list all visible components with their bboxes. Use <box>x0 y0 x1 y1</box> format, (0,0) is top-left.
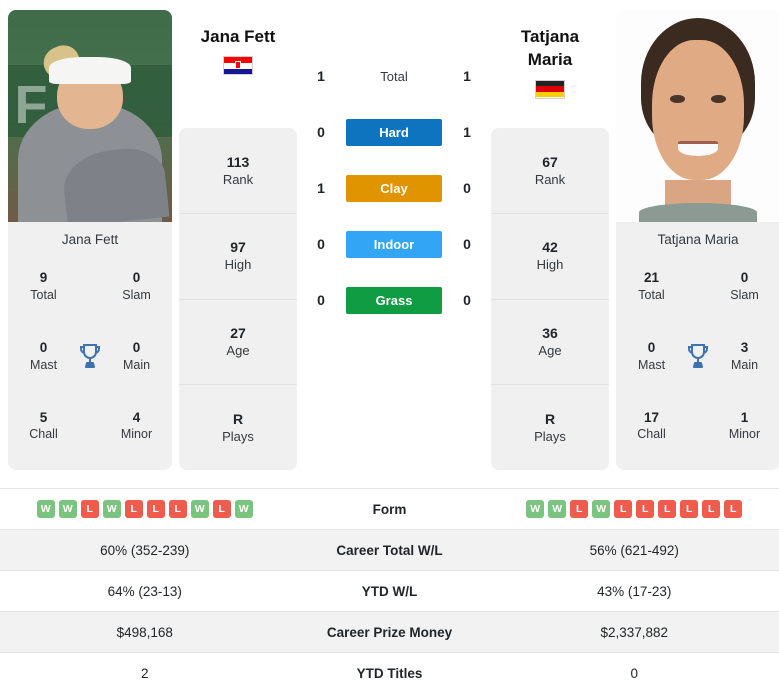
h2h-grass-right: 0 <box>463 292 471 308</box>
left-form-badges: WWLWLLLWLW <box>0 500 290 518</box>
right-ytd-titles: 0 <box>630 665 638 681</box>
h2h-total-label: Total <box>380 68 408 84</box>
left-titles-main: 0 Main <box>122 339 151 372</box>
head-to-head-column: 1 Total 1 0 Hard 1 1 Clay 0 0 Indoor 0 0 <box>304 10 484 470</box>
h2h-clay-left: 1 <box>317 180 325 196</box>
h2h-row-grass: 0 Grass 0 <box>304 286 484 314</box>
row-label-ytd-titles: YTD Titles <box>356 665 423 681</box>
right-titles-main: 3 Main <box>730 339 759 372</box>
right-form-badges: WWLWLLLLLL <box>490 500 779 518</box>
player-comparison-page: Jana Fett Tatjana Maria FA <box>0 0 779 693</box>
trophy-icon <box>73 343 107 369</box>
form-badge-w: W <box>58 500 77 518</box>
h2h-row-indoor: 0 Indoor 0 <box>304 230 484 258</box>
left-career-wl: 60% (352-239) <box>100 542 190 558</box>
h2h-indoor-left: 0 <box>317 236 325 252</box>
left-rank: 113 Rank <box>179 128 297 214</box>
right-ytd-wl: 43% (17-23) <box>597 583 672 599</box>
table-row-form: WWLWLLLWLW Form WWLWLLLLLL <box>0 488 779 529</box>
left-player-card-name: Jana Fett <box>61 232 119 247</box>
form-badge-l: L <box>636 500 655 518</box>
right-player-card-name: Tatjana Maria <box>657 232 739 247</box>
left-titles-chall: 5 Chall <box>29 409 58 442</box>
form-badge-l: L <box>146 500 165 518</box>
right-player-titles: 21 Total 0 Slam 0 Mast 3 Main 17 Chall 1… <box>616 255 779 470</box>
form-badge-w: W <box>526 500 545 518</box>
form-badge-w: W <box>190 500 209 518</box>
surface-badge-indoor[interactable]: Indoor <box>346 230 442 258</box>
h2h-total-left: 1 <box>317 68 325 84</box>
left-player-photo: FA <box>8 10 172 222</box>
left-titles-mast: 0 Mast <box>29 339 58 372</box>
left-titles-slam: 0 Slam <box>122 270 151 303</box>
row-label-prize-money: Career Prize Money <box>326 624 453 640</box>
left-ytd-wl: 64% (23-13) <box>107 583 182 599</box>
right-career-wl: 56% (621-492) <box>589 542 679 558</box>
table-row-career-wl: 60% (352-239) Career Total W/L 56% (621-… <box>0 529 779 570</box>
row-label-career-wl: Career Total W/L <box>336 542 443 558</box>
form-badge-w: W <box>548 500 567 518</box>
form-badge-l: L <box>168 500 187 518</box>
form-badge-w: W <box>102 500 121 518</box>
form-badge-l: L <box>212 500 231 518</box>
form-badge-l: L <box>570 500 589 518</box>
left-titles-minor: 4 Minor <box>120 409 153 442</box>
h2h-indoor-right: 0 <box>463 236 471 252</box>
h2h-hard-left: 0 <box>317 124 325 140</box>
right-titles-chall: 17 Chall <box>637 409 666 442</box>
right-rank: 67 Rank <box>491 128 609 214</box>
left-titles-total: 9 Total <box>30 270 57 303</box>
left-high: 97 High <box>179 214 297 300</box>
right-titles-total: 21 Total <box>638 270 665 303</box>
form-badge-l: L <box>658 500 677 518</box>
left-player-rank-card: 113 Rank 97 High 27 Age R Plays <box>179 128 297 470</box>
row-label-ytd-wl: YTD W/L <box>361 583 418 599</box>
h2h-clay-right: 0 <box>463 180 471 196</box>
right-age: 36 Age <box>491 300 609 386</box>
right-player-card[interactable]: Tatjana Maria 21 Total 0 Slam 0 Mast 3 M… <box>616 10 779 470</box>
comparison-stats-table: WWLWLLLWLW Form WWLWLLLLLL 60% (352-239)… <box>0 488 779 693</box>
left-player-titles: 9 Total 0 Slam 0 Mast 0 Main 5 Chall 4 M… <box>8 255 172 470</box>
form-badge-w: W <box>592 500 611 518</box>
left-ytd-titles: 2 <box>140 665 149 681</box>
form-badge-w: W <box>36 500 55 518</box>
table-row-ytd-wl: 64% (23-13) YTD W/L 43% (17-23) <box>0 570 779 611</box>
surface-badge-grass[interactable]: Grass <box>346 286 442 314</box>
right-high: 42 High <box>491 214 609 300</box>
h2h-grass-left: 0 <box>317 292 325 308</box>
right-player-photo <box>616 10 779 222</box>
surface-badge-clay[interactable]: Clay <box>346 174 442 202</box>
left-age: 27 Age <box>179 300 297 386</box>
form-badge-l: L <box>702 500 721 518</box>
form-badge-l: L <box>680 500 699 518</box>
form-badge-l: L <box>614 500 633 518</box>
form-badge-l: L <box>80 500 99 518</box>
h2h-hard-right: 1 <box>463 124 471 140</box>
right-titles-slam: 0 Slam <box>730 270 759 303</box>
right-prize-money: $2,337,882 <box>600 624 669 640</box>
right-titles-minor: 1 Minor <box>728 409 761 442</box>
right-plays: R Plays <box>534 410 566 444</box>
form-badge-l: L <box>124 500 143 518</box>
right-titles-mast: 0 Mast <box>637 339 666 372</box>
comparison-top-grid: FA Jana Fett 9 Total 0 Slam 0 <box>0 0 779 470</box>
left-prize-money: $498,168 <box>116 624 173 640</box>
trophy-icon <box>681 343 715 369</box>
h2h-total-right: 1 <box>463 68 471 84</box>
table-row-ytd-titles: 2 YTD Titles 0 <box>0 652 779 693</box>
left-plays: R Plays <box>222 410 254 444</box>
left-player-card[interactable]: FA Jana Fett 9 Total 0 Slam 0 <box>8 10 172 470</box>
row-label-form: Form <box>372 501 407 517</box>
form-badge-w: W <box>234 500 253 518</box>
form-badge-l: L <box>724 500 743 518</box>
h2h-row-total: 1 Total 1 <box>304 62 484 90</box>
surface-badge-hard[interactable]: Hard <box>346 118 442 146</box>
h2h-row-clay: 1 Clay 0 <box>304 174 484 202</box>
table-row-prize-money: $498,168 Career Prize Money $2,337,882 <box>0 611 779 652</box>
right-player-rank-card: 67 Rank 42 High 36 Age R Plays <box>491 128 609 470</box>
h2h-row-hard: 0 Hard 1 <box>304 118 484 146</box>
